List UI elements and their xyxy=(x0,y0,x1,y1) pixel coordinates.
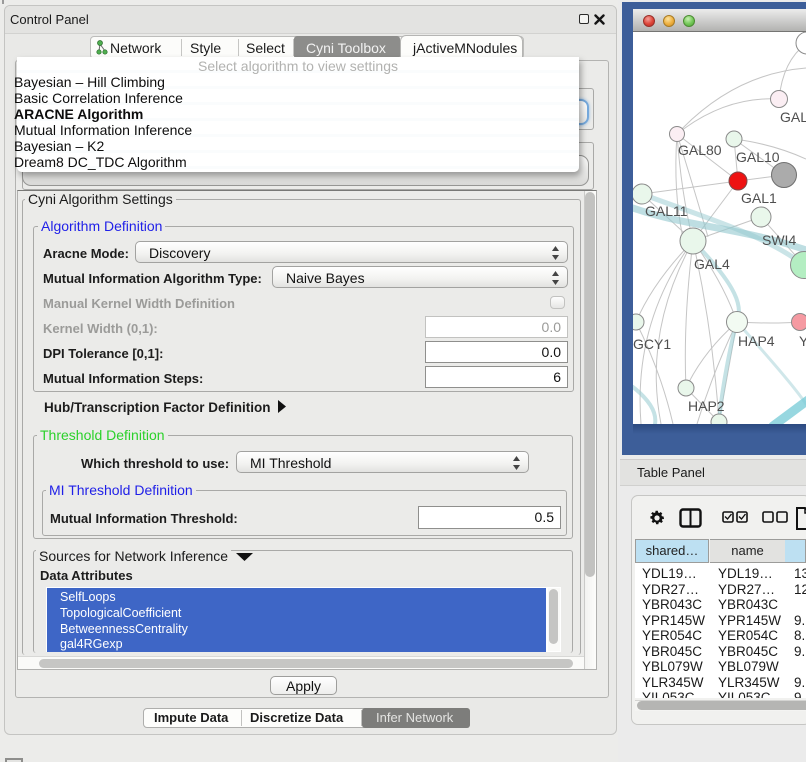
svg-text:HAP2: HAP2 xyxy=(688,398,725,414)
svg-text:Y: Y xyxy=(799,333,806,349)
svg-text:GAL11: GAL11 xyxy=(645,203,688,219)
svg-text:GAL: GAL xyxy=(780,109,806,125)
svg-text:GAL1: GAL1 xyxy=(741,190,777,206)
svg-text:HAP4: HAP4 xyxy=(738,333,775,349)
svg-text:GAL4: GAL4 xyxy=(694,256,730,272)
svg-text:GAL80: GAL80 xyxy=(678,142,722,158)
svg-text:GCY1: GCY1 xyxy=(633,336,671,352)
svg-text:GAL10: GAL10 xyxy=(736,149,780,165)
svg-text:SWI4: SWI4 xyxy=(762,232,796,248)
